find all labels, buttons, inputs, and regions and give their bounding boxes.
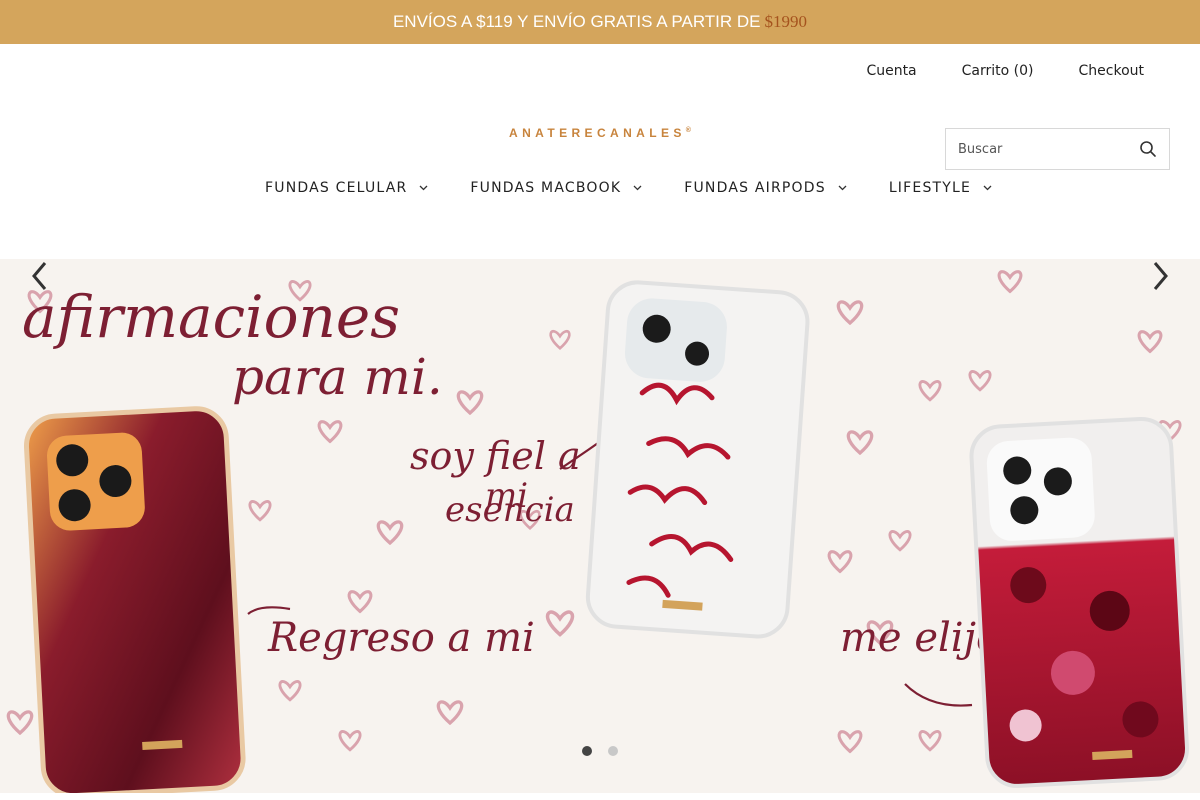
hero-phrase-3: esencia: [445, 490, 575, 530]
hero-headline-2: para mi.: [232, 348, 443, 406]
slideshow-prev-button[interactable]: [28, 259, 52, 293]
chevron-down-icon: [983, 185, 992, 191]
slide-dot-2[interactable]: [608, 746, 618, 756]
slideshow-next-button[interactable]: [1148, 259, 1172, 293]
phone-case-center: [585, 280, 810, 639]
slide-dot-1[interactable]: [582, 746, 592, 756]
nav-item-label: FUNDAS MACBOOK: [470, 180, 622, 196]
chevron-down-icon: [838, 185, 847, 191]
hero-phrase-1: soy fiel a: [410, 434, 581, 478]
hero-headline-1: afirmaciones: [22, 283, 400, 351]
announcement-text: ENVÍOS A $119 Y ENVÍO GRATIS A PARTIR DE: [392, 12, 761, 31]
phone-case-left: [23, 406, 246, 793]
nav-item-fundas-airpods[interactable]: FUNDAS AIRPODS: [684, 180, 847, 196]
nav-item-label: FUNDAS AIRPODS: [684, 180, 826, 196]
nav-item-label: LIFESTYLE: [888, 180, 972, 196]
top-links: Cuenta Carrito (0) Checkout: [866, 63, 1144, 79]
brand-logo-text: ANATERECANALES: [509, 126, 686, 140]
cart-link[interactable]: Carrito (0): [962, 63, 1034, 79]
arrow-doodle-2: [247, 606, 291, 615]
nav-item-lifestyle[interactable]: LIFESTYLE: [889, 180, 992, 196]
slideshow-dots: [582, 746, 618, 756]
hero-phrase-4: Regreso a mi: [267, 615, 535, 661]
search-icon[interactable]: [1139, 140, 1157, 158]
account-link[interactable]: Cuenta: [866, 63, 916, 79]
search-box: [945, 128, 1170, 170]
phone-case-right: [969, 417, 1190, 788]
checkout-link[interactable]: Checkout: [1079, 63, 1145, 79]
hero-slide-image: afirmaciones para mi. soy fiel a mi esen…: [6, 270, 1190, 793]
brand-logo[interactable]: ANATERECANALES®: [500, 126, 700, 140]
nav-item-fundas-celular[interactable]: FUNDAS CELULAR: [265, 180, 428, 196]
chevron-down-icon: [419, 185, 428, 191]
arrow-doodle-3: [904, 683, 973, 707]
announcement-highlight: $1990: [764, 12, 808, 31]
announcement-bar: ENVÍOS A $119 Y ENVÍO GRATIS A PARTIR DE…: [0, 0, 1200, 44]
chevron-down-icon: [633, 185, 642, 191]
hero-slideshow[interactable]: afirmaciones para mi. soy fiel a mi esen…: [0, 259, 1200, 793]
registered-mark: ®: [685, 127, 691, 134]
nav-item-label: FUNDAS CELULAR: [265, 180, 408, 196]
main-nav: FUNDAS CELULAR FUNDAS MACBOOK FUNDAS AIR…: [265, 180, 992, 196]
hero-phrase-5: me elijo: [840, 615, 1000, 661]
search-input[interactable]: [946, 129, 1126, 169]
nav-item-fundas-macbook[interactable]: FUNDAS MACBOOK: [470, 180, 642, 196]
